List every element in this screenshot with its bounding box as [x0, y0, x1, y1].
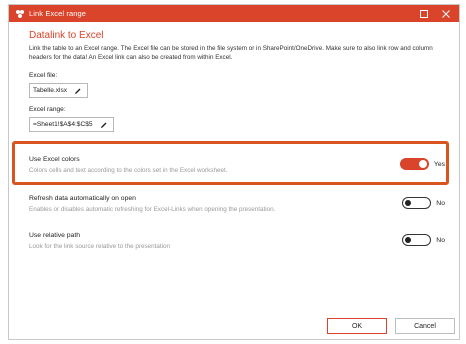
dialog-heading: Datalink to Excel: [29, 30, 104, 41]
option-description: Enables or disables automatic refreshing…: [29, 206, 276, 213]
toggle-knob: [405, 200, 412, 206]
excel-range-value: =Sheet1!$A$4:$C$5: [33, 121, 93, 128]
excel-file-field[interactable]: Tabelle.xlsx: [29, 83, 89, 98]
option-title: Use relative path: [29, 232, 81, 239]
dialog-description: Link the table to an Excel range. The Ex…: [29, 45, 433, 61]
refresh-data-toggle[interactable]: [402, 197, 432, 209]
option-relative-path: Use relative path Look for the link sour…: [29, 232, 445, 250]
toggle-state-label: No: [436, 199, 445, 207]
excel-range-field[interactable]: =Sheet1!$A$4:$C$5: [29, 117, 114, 132]
app-icon: [15, 9, 25, 19]
highlight-box: [12, 141, 449, 185]
excel-range-label: Excel range:: [29, 106, 66, 113]
excel-file-value: Tabelle.xlsx: [33, 87, 68, 94]
close-icon[interactable]: [435, 5, 457, 22]
maximize-icon[interactable]: [413, 5, 435, 22]
excel-file-label: Excel file:: [29, 72, 58, 79]
option-title: Refresh data automatically on open: [29, 195, 136, 202]
toggle-knob: [405, 237, 412, 243]
ok-button[interactable]: OK: [327, 318, 387, 334]
cancel-button[interactable]: Cancel: [395, 318, 455, 334]
dialog-content: Datalink to Excel Link the table to an E…: [29, 30, 447, 132]
option-description: Look for the link source relative to the…: [29, 243, 171, 250]
toggle-wrap: No: [402, 234, 445, 246]
window-title: Link Excel range: [29, 9, 87, 18]
toggle-state-label: No: [436, 236, 445, 244]
pencil-icon[interactable]: [74, 87, 82, 95]
pencil-icon[interactable]: [100, 121, 108, 129]
option-refresh-data: Refresh data automatically on open Enabl…: [29, 195, 445, 213]
title-bar: Link Excel range: [9, 5, 459, 22]
toggle-wrap: No: [402, 197, 445, 209]
relative-path-toggle[interactable]: [402, 234, 432, 246]
